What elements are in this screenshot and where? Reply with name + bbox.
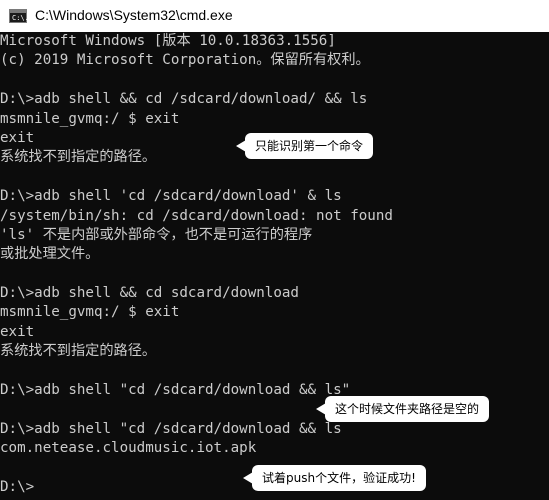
cmd-app-icon-text: C:\.: [12, 14, 29, 22]
console-line: D:\>adb shell && cd sdcard/download: [0, 285, 299, 302]
console-line: 系统找不到指定的路径。: [0, 343, 157, 360]
console-line: D:\>adb shell "cd /sdcard/download && ls: [0, 420, 342, 437]
console-line: msmnile_gvmq:/ $ exit: [0, 110, 180, 127]
console-line: msmnile_gvmq:/ $ exit: [0, 304, 180, 321]
title-bar[interactable]: C:\. C:\Windows\System32\cmd.exe: [0, 0, 549, 32]
console-line: 或批处理文件。: [0, 246, 100, 263]
annotation-callout: 只能识别第一个命令: [235, 133, 374, 159]
console-line: (c) 2019 Microsoft Corporation。保留所有权利。: [0, 52, 370, 69]
cmd-app-icon[interactable]: C:\.: [9, 9, 29, 23]
console-line: Microsoft Windows [版本 10.0.18363.1556]: [0, 33, 336, 49]
cmd-window: C:\. C:\Windows\System32\cmd.exe Microso…: [0, 0, 549, 500]
annotation-callout: 这个时候文件夹路径是空的: [315, 396, 490, 422]
annotation-callout: 试着push个文件，验证成功!: [243, 465, 426, 491]
window-title: C:\Windows\System32\cmd.exe: [35, 7, 233, 23]
console-line: D:\>adb shell && cd /sdcard/download/ &&…: [0, 91, 368, 108]
console-line: 'ls' 不是内部或外部命令，也不是可运行的程序: [0, 226, 313, 243]
console-line: /system/bin/sh: cd /sdcard/download: not…: [0, 207, 393, 224]
console-line: com.netease.cloudmusic.iot.apk: [0, 440, 257, 457]
console-output[interactable]: Microsoft Windows [版本 10.0.18363.1556] (…: [0, 32, 549, 500]
console-line: exit: [0, 323, 35, 340]
console-line: D:\>adb shell 'cd /sdcard/download' & ls: [0, 188, 342, 205]
